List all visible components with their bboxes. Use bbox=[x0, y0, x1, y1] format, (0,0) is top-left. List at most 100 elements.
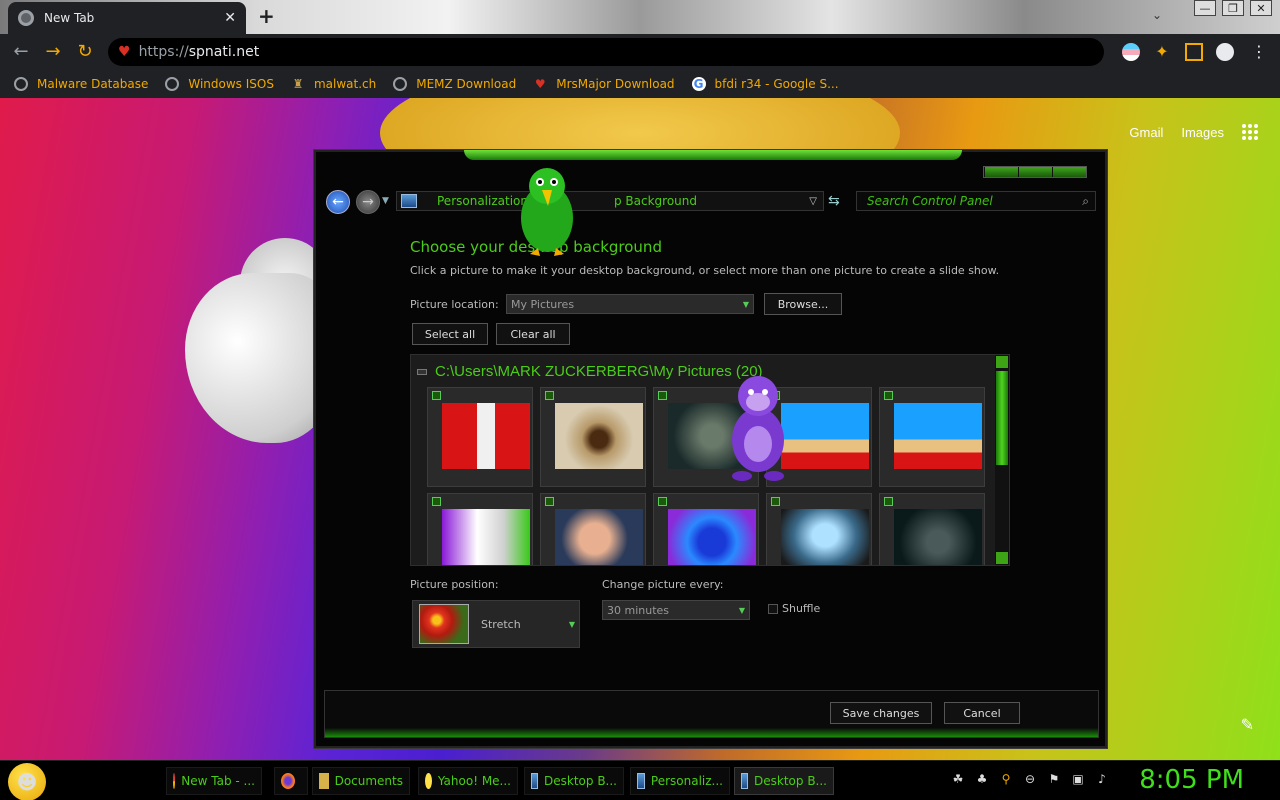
thumbnail-checkbox[interactable] bbox=[658, 497, 667, 506]
bookmark-google-search[interactable]: G bfdi r34 - Google S... bbox=[691, 77, 839, 91]
cp-address-bar[interactable]: Personalization p Background ▽ bbox=[396, 191, 824, 211]
volume-icon[interactable]: ♪ bbox=[1094, 771, 1110, 787]
back-button-icon[interactable]: ← bbox=[326, 190, 350, 214]
clear-all-button[interactable]: Clear all bbox=[496, 323, 570, 345]
gmail-link[interactable]: Gmail bbox=[1129, 125, 1163, 140]
close-button[interactable]: ✕ bbox=[1250, 0, 1272, 16]
profile-avatar-icon[interactable] bbox=[1216, 43, 1234, 61]
picture-thumbnail[interactable] bbox=[879, 387, 985, 487]
thumbnail-checkbox[interactable] bbox=[884, 391, 893, 400]
address-dropdown-icon[interactable]: ▽ bbox=[809, 196, 817, 207]
scroll-down-arrow-icon[interactable] bbox=[996, 552, 1008, 564]
yahoo-icon bbox=[425, 773, 432, 789]
globe-icon bbox=[165, 77, 180, 91]
smiley-start-icon[interactable]: ☻ bbox=[8, 763, 46, 800]
back-arrow-icon[interactable]: ← bbox=[10, 41, 32, 63]
change-picture-select[interactable]: 30 minutes ▼ bbox=[602, 600, 750, 620]
picture-thumbnail[interactable] bbox=[766, 493, 872, 565]
task-chrome[interactable]: New Tab - ... bbox=[166, 767, 262, 795]
save-changes-button[interactable]: Save changes bbox=[830, 702, 932, 724]
thumbnail-checkbox[interactable] bbox=[545, 497, 554, 506]
picture-thumbnail[interactable] bbox=[879, 493, 985, 565]
forward-button-icon[interactable]: → bbox=[356, 190, 380, 214]
task-label: Desktop B... bbox=[544, 774, 617, 788]
task-firefox[interactable] bbox=[274, 767, 308, 795]
picture-thumbnail[interactable] bbox=[427, 493, 533, 565]
browser-tab[interactable]: New Tab ✕ bbox=[8, 2, 246, 34]
bookmark-label: malwat.ch bbox=[313, 77, 377, 91]
window-controls: — ❐ ✕ bbox=[1194, 0, 1272, 16]
new-tab-favicon-icon bbox=[18, 10, 34, 26]
picture-thumbnail[interactable] bbox=[540, 493, 646, 565]
taskbar-clock[interactable]: 8:05 PM bbox=[1139, 765, 1244, 795]
history-dropdown-icon[interactable]: ▼ bbox=[382, 196, 389, 206]
reload-icon[interactable]: ↻ bbox=[74, 41, 96, 63]
side-panel-icon[interactable] bbox=[1185, 43, 1203, 61]
tray-circle-icon[interactable]: ⊖ bbox=[1022, 771, 1038, 787]
tab-title: New Tab bbox=[44, 11, 95, 25]
tab-close-icon[interactable]: ✕ bbox=[224, 10, 236, 26]
thumbnail-checkbox[interactable] bbox=[771, 497, 780, 506]
task-documents[interactable]: Documents bbox=[312, 767, 410, 795]
folder-group-header[interactable]: C:\Users\MARK ZUCKERBERG\My Pictures (20… bbox=[417, 363, 763, 380]
bookmark-malware-database[interactable]: Malware Database bbox=[14, 77, 148, 91]
scroll-up-arrow-icon[interactable] bbox=[996, 356, 1008, 368]
select-all-button[interactable]: Select all bbox=[412, 323, 488, 345]
tab-search-icon[interactable]: ⌄ bbox=[1152, 8, 1162, 22]
collapse-icon[interactable] bbox=[417, 368, 427, 375]
picture-position-select[interactable]: Stretch ▼ bbox=[412, 600, 580, 648]
green-parrot-icon[interactable] bbox=[512, 160, 582, 260]
cancel-button[interactable]: Cancel bbox=[944, 702, 1020, 724]
new-tab-button[interactable]: + bbox=[258, 4, 275, 28]
picture-thumbnail[interactable] bbox=[540, 387, 646, 487]
address-bar[interactable]: ♥ https:// spnati.net bbox=[108, 38, 1104, 66]
bookmark-label: MEMZ Download bbox=[416, 77, 517, 91]
desktop-background-window: ← → ▼ Personalization p Background ▽ ⇆ S… bbox=[314, 150, 1107, 748]
cp-search-box[interactable]: Search Control Panel ⌕ bbox=[856, 191, 1096, 211]
thumbnail-checkbox[interactable] bbox=[658, 391, 667, 400]
network-icon[interactable]: ▣ bbox=[1070, 771, 1086, 787]
thumbnail-checkbox[interactable] bbox=[432, 497, 441, 506]
bookmark-memz-download[interactable]: MEMZ Download bbox=[393, 77, 516, 91]
window-caption-buttons[interactable] bbox=[983, 166, 1087, 178]
images-link[interactable]: Images bbox=[1181, 125, 1224, 140]
task-desktop-background-2[interactable]: Desktop B... bbox=[734, 767, 834, 795]
restore-button[interactable]: ❐ bbox=[1222, 0, 1244, 16]
task-desktop-background-1[interactable]: Desktop B... bbox=[524, 767, 624, 795]
breadcrumb-desktop-background[interactable]: p Background bbox=[614, 194, 697, 208]
picture-thumbnail[interactable] bbox=[427, 387, 533, 487]
system-tray: ☘ ♣ ⚲ ⊖ ⚑ ▣ ♪ bbox=[950, 771, 1110, 787]
kebab-menu-icon[interactable]: ⋮ bbox=[1250, 43, 1268, 61]
magnifier-icon[interactable]: ⌕ bbox=[1082, 194, 1089, 209]
browse-button[interactable]: Browse... bbox=[764, 293, 842, 315]
task-yahoo[interactable]: Yahoo! Me... bbox=[418, 767, 518, 795]
gallery-scrollbar[interactable] bbox=[995, 355, 1009, 565]
bookmark-mrsmajor-download[interactable]: ♥ MrsMajor Download bbox=[533, 77, 675, 91]
chrome-icon bbox=[173, 773, 176, 789]
flag-extension-icon[interactable] bbox=[1122, 43, 1140, 61]
purple-gorilla-icon[interactable] bbox=[718, 370, 798, 482]
bookmark-malwatch[interactable]: ♜ malwat.ch bbox=[291, 77, 377, 91]
action-center-flag-icon[interactable]: ⚑ bbox=[1046, 771, 1062, 787]
forward-arrow-icon[interactable]: → bbox=[42, 41, 64, 63]
tray-search-icon[interactable]: ⚲ bbox=[998, 771, 1014, 787]
tray-app-icon[interactable]: ♣ bbox=[974, 771, 990, 787]
thumbnail-checkbox[interactable] bbox=[545, 391, 554, 400]
monitor-icon bbox=[531, 773, 539, 789]
change-picture-label: Change picture every: bbox=[602, 578, 724, 591]
customize-pencil-icon[interactable]: ✎ bbox=[1241, 715, 1254, 734]
scrollbar-thumb[interactable] bbox=[996, 371, 1008, 465]
puzzle-extensions-icon[interactable]: ✦ bbox=[1153, 43, 1171, 61]
picture-location-select[interactable]: My Pictures ▼ bbox=[506, 294, 754, 314]
google-apps-icon[interactable] bbox=[1242, 124, 1258, 140]
thumbnail-checkbox[interactable] bbox=[884, 497, 893, 506]
thumbnail-checkbox[interactable] bbox=[432, 391, 441, 400]
picture-thumbnail[interactable] bbox=[653, 493, 759, 565]
bookmark-windows-isos[interactable]: Windows ISOS bbox=[165, 77, 274, 91]
refresh-icon[interactable]: ⇆ bbox=[828, 193, 840, 209]
task-personalization[interactable]: Personaliz... bbox=[630, 767, 730, 795]
tray-app-icon[interactable]: ☘ bbox=[950, 771, 966, 787]
minimize-button[interactable]: — bbox=[1194, 0, 1216, 16]
shuffle-label[interactable]: Shuffle bbox=[782, 602, 820, 615]
shuffle-checkbox[interactable] bbox=[768, 604, 778, 614]
